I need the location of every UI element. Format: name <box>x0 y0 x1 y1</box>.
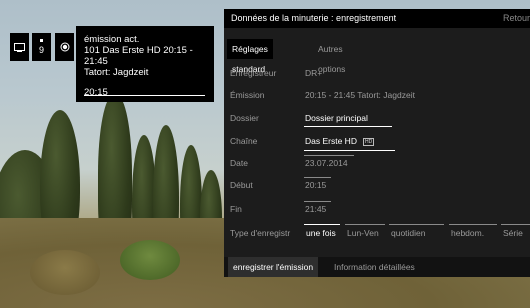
date-label: Date <box>230 158 248 168</box>
end-label: Fin <box>230 204 242 214</box>
programme-progress-bar <box>84 95 205 96</box>
programme-value[interactable]: 20:15 - 21:45 Tatort: Jagdzeit <box>305 90 415 100</box>
channel-underline <box>304 150 395 151</box>
record-programme-button[interactable]: enregistrer l'émission <box>228 257 319 277</box>
date-overline <box>304 155 354 156</box>
end-value[interactable]: 21:45 <box>305 204 326 214</box>
folder-value[interactable]: Dossier principal <box>305 113 368 123</box>
signal-dot-icon <box>40 39 43 42</box>
tv-source-icon-box <box>10 33 29 61</box>
info-line-title: Tatort: Jagdzeit <box>84 67 149 78</box>
end-overline <box>304 201 331 202</box>
type-option-series[interactable]: Série <box>503 228 523 238</box>
folder-label: Dossier <box>230 113 259 123</box>
info-time: 20:15 <box>84 87 108 98</box>
type-option-once[interactable]: une fois <box>306 228 336 238</box>
info-line-channel-time: 101 Das Erste HD 20:15 - 21:45 <box>84 45 193 67</box>
timer-dialog: Données de la minuterie : enregistrement… <box>224 9 530 277</box>
channel-number-box: 9 <box>32 33 51 61</box>
type-option-daily[interactable]: quotidien <box>391 228 426 238</box>
type-option-mon-fri[interactable]: Lun-Ven <box>347 228 379 238</box>
channel-value: Das Erste HD <box>305 136 357 146</box>
programme-label: Émission <box>230 90 265 100</box>
date-value[interactable]: 23.07.2014 <box>305 158 348 168</box>
type-once-overline <box>304 224 340 225</box>
tv-icon <box>14 42 25 52</box>
start-overline <box>304 177 331 178</box>
tab-other-options[interactable]: Autres options <box>313 39 350 74</box>
action-bar: enregistrer l'émission Information détai… <box>224 257 530 277</box>
detailed-info-button[interactable]: Information détaillées <box>329 257 420 277</box>
folder-underline <box>304 126 392 127</box>
type-option-weekly[interactable]: hebdom. <box>451 228 484 238</box>
start-value[interactable]: 20:15 <box>305 180 326 190</box>
recording-type-label: Type d'enregistr <box>230 228 291 238</box>
recorder-label: Enregistreur <box>230 68 277 78</box>
channel-field[interactable]: Das Erste HD HD <box>305 136 375 146</box>
hd-badge-icon: HD <box>362 138 375 146</box>
back-button[interactable]: Retour <box>503 9 530 28</box>
tab-standard-settings[interactable]: Réglages standard <box>227 39 273 74</box>
channel-number: 9 <box>38 45 44 55</box>
type-monfri-overline <box>345 224 385 225</box>
record-icon <box>60 42 69 52</box>
type-weekly-overline <box>449 224 497 225</box>
recorder-value[interactable]: DR+ <box>305 68 322 78</box>
type-series-overline <box>501 224 530 225</box>
info-line-current: émission act. <box>84 34 140 45</box>
channel-label: Chaîne <box>230 136 258 146</box>
dialog-titlebar: Données de la minuterie : enregistrement… <box>224 9 530 28</box>
dialog-title: Données de la minuterie : enregistrement <box>231 13 397 23</box>
current-programme-panel: émission act. 101 Das Erste HD 20:15 - 2… <box>76 26 214 102</box>
start-label: Début <box>230 180 253 190</box>
record-indicator-box <box>55 33 74 61</box>
type-daily-overline <box>389 224 444 225</box>
